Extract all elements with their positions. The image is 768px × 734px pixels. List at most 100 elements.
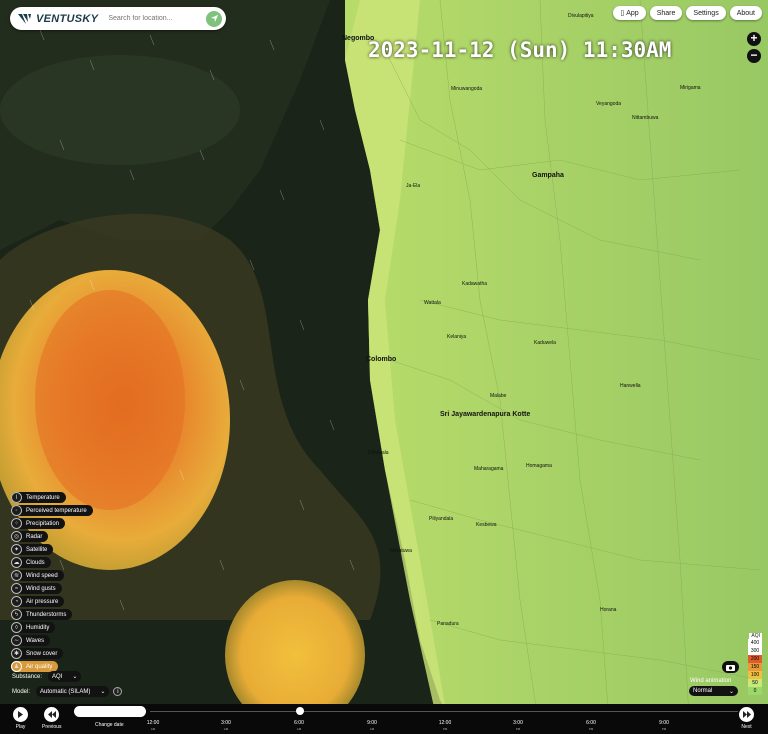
logo-text: VENTUSKY bbox=[36, 12, 99, 25]
place-label: Panadura bbox=[437, 621, 459, 627]
place-label: Kelaniya bbox=[447, 334, 467, 340]
layer-air-pressure[interactable]: ◔ Air pressure bbox=[11, 596, 65, 607]
layer-perceived-temperature[interactable]: ◦ Perceived temperature bbox=[11, 505, 93, 516]
place-label: Gampaha bbox=[532, 172, 564, 179]
next-button[interactable]: Next bbox=[739, 707, 754, 730]
place-label: Wattala bbox=[424, 300, 441, 306]
place-label: Dehiwala bbox=[368, 450, 389, 456]
timeline-bar: Play Previous Change date 12:00 AM 3:00 AM… bbox=[0, 704, 768, 734]
humidity-icon: ◊ bbox=[11, 622, 22, 633]
ventusky-logo[interactable]: VENTUSKY bbox=[18, 13, 98, 25]
chevron-down-icon: ⌄ bbox=[728, 688, 734, 695]
legend-level: 50 bbox=[748, 679, 762, 687]
layer-clouds[interactable]: ☁ Clouds bbox=[11, 557, 51, 568]
satellite-icon: ✦ bbox=[11, 544, 22, 555]
zoom-in-button[interactable]: + bbox=[747, 32, 761, 46]
layer-radar[interactable]: ◎ Radar bbox=[11, 531, 49, 542]
settings-button[interactable]: Settings bbox=[686, 6, 726, 20]
substance-row: Substance: AQI ⌄ bbox=[12, 671, 82, 682]
timeline-tick[interactable]: 12:00 PM bbox=[430, 720, 460, 731]
legend-level: 300 bbox=[748, 647, 762, 655]
share-button[interactable]: Share bbox=[649, 6, 683, 20]
timeline-tick[interactable]: 6:00 PM bbox=[576, 720, 606, 731]
legend-level: 0 bbox=[748, 687, 762, 695]
info-button[interactable]: i bbox=[113, 687, 123, 696]
timeline-tick[interactable]: 3:00 PM bbox=[503, 720, 533, 731]
zoom-out-button[interactable]: − bbox=[747, 49, 761, 63]
timeline-tick[interactable]: 6:00 AM bbox=[284, 720, 314, 731]
substance-select[interactable]: AQI ⌄ bbox=[48, 671, 82, 682]
wind-animation-select[interactable]: Normal ⌄ bbox=[689, 686, 738, 696]
layer-humidity[interactable]: ◊ Humidity bbox=[11, 622, 56, 633]
previous-icon bbox=[47, 711, 56, 718]
perceived-temp-icon: ◦ bbox=[11, 505, 22, 516]
model-row: Model: Automatic (SILAM) ⌄ i bbox=[12, 686, 123, 697]
place-label: Nittambuwa bbox=[632, 115, 659, 121]
change-date-label: Change date bbox=[95, 722, 124, 728]
place-label: Mirigama bbox=[680, 85, 701, 91]
camera-icon bbox=[726, 664, 735, 671]
logo-wings-icon bbox=[18, 13, 31, 24]
place-label: Divulapitiya bbox=[568, 13, 594, 19]
map-canvas[interactable] bbox=[0, 0, 768, 734]
top-menu: ▯ App Share Settings About bbox=[613, 6, 762, 20]
app-button[interactable]: ▯ App bbox=[613, 6, 646, 20]
layer-temperature[interactable]: ǀ Temperature bbox=[11, 492, 66, 503]
place-label: Piliyandala bbox=[429, 516, 454, 522]
layer-wind-speed[interactable]: ≋ Wind speed bbox=[11, 570, 64, 581]
layer-precipitation[interactable]: ⁘ Precipitation bbox=[11, 518, 66, 529]
search-bar: VENTUSKY bbox=[10, 7, 226, 30]
storm-icon: ϟ bbox=[11, 609, 22, 620]
place-label: Minuwangoda bbox=[451, 86, 483, 92]
legend-level: 150 bbox=[748, 663, 762, 671]
timeline-handle[interactable] bbox=[296, 707, 304, 715]
thermometer-icon: ǀ bbox=[11, 492, 22, 503]
layer-thunderstorms[interactable]: ϟ Thunderstorms bbox=[11, 609, 73, 620]
gust-icon: ≈ bbox=[11, 583, 22, 594]
legend-level: 400 bbox=[748, 639, 762, 647]
place-label: Veyangoda bbox=[596, 101, 622, 107]
layer-snow-cover[interactable]: ✱ Snow cover bbox=[11, 648, 64, 659]
legend-level: 200 bbox=[748, 655, 762, 663]
place-label: Kadawatha bbox=[462, 281, 488, 287]
layer-wind-gusts[interactable]: ≈ Wind gusts bbox=[11, 583, 62, 594]
timeline-tick[interactable]: 9:00 PM bbox=[649, 720, 679, 731]
model-label: Model: bbox=[12, 688, 31, 695]
place-label: Horana bbox=[600, 607, 617, 613]
rain-icon: ⁘ bbox=[11, 518, 22, 529]
place-label: Kesbewa bbox=[476, 522, 497, 528]
previous-button[interactable]: Previous bbox=[42, 707, 61, 730]
screenshot-button[interactable] bbox=[722, 661, 739, 673]
locate-button[interactable] bbox=[206, 10, 222, 27]
place-label: Ja-Ela bbox=[406, 183, 421, 189]
next-icon bbox=[742, 711, 751, 718]
place-label: Kaduwela bbox=[534, 340, 556, 346]
zoom-controls: + − bbox=[747, 32, 761, 63]
date-picker[interactable] bbox=[74, 706, 146, 717]
substance-label: Substance: bbox=[12, 673, 43, 680]
model-select[interactable]: Automatic (SILAM) ⌄ bbox=[36, 686, 110, 697]
play-icon bbox=[18, 711, 23, 718]
chevron-down-icon: ⌄ bbox=[72, 674, 78, 680]
search-input[interactable] bbox=[108, 15, 189, 22]
layer-menu: ǀ Temperature ◦ Perceived temperature ⁘ Pre… bbox=[11, 492, 93, 672]
timeline-tick[interactable]: 12:00 AM bbox=[138, 720, 168, 731]
place-label: Colombo bbox=[366, 356, 397, 363]
info-icon: i bbox=[117, 688, 119, 695]
place-label: Malabe bbox=[490, 393, 507, 399]
timeline-tick[interactable]: 9:00 AM bbox=[357, 720, 387, 731]
place-label: Moratuwa bbox=[390, 548, 412, 554]
aqi-legend: AQI 400 300 200 150 100 50 0 bbox=[748, 633, 762, 695]
about-button[interactable]: About bbox=[729, 6, 762, 20]
wind-icon: ≋ bbox=[11, 570, 22, 581]
layer-waves[interactable]: ∼ Waves bbox=[11, 635, 51, 646]
timeline-track[interactable] bbox=[150, 711, 738, 712]
legend-level: 100 bbox=[748, 671, 762, 679]
layer-satellite[interactable]: ✦ Satellite bbox=[11, 544, 54, 555]
wind-animation-label: Wind animation bbox=[690, 678, 732, 684]
location-arrow-icon bbox=[210, 14, 218, 23]
chevron-down-icon: ⌄ bbox=[100, 689, 106, 695]
timeline-tick[interactable]: 3:00 AM bbox=[211, 720, 241, 731]
place-label: Homagama bbox=[526, 463, 552, 469]
play-button[interactable]: Play bbox=[13, 707, 28, 730]
